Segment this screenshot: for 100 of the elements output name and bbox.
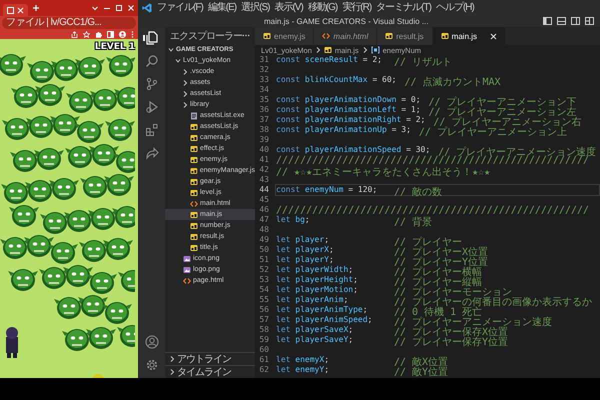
line-number: 39 (258, 135, 270, 145)
js-file-icon (190, 144, 198, 152)
maximize-icon[interactable] (115, 4, 123, 12)
code-comment: //////////////////////////////////////////////////// (275, 204, 590, 216)
arrow-icon[interactable] (144, 146, 158, 160)
editor-tab[interactable]: enemy.js (255, 27, 314, 45)
code-line: const blinkCountMax = 60; // 点滅カウントMAX (275, 74, 502, 86)
line-number: 56 (258, 305, 270, 315)
line-number: 48 (258, 225, 270, 235)
plus-icon[interactable] (32, 4, 40, 12)
section-header[interactable]: アウトライン (165, 352, 255, 365)
menu-item[interactable]: 編集(E) (208, 2, 236, 14)
code-line: let playerSaveY; // プレイヤー保存Y位置 (275, 335, 510, 346)
address-field[interactable]: ファイル | lv/GCC1/G... (2, 16, 136, 28)
sidebar-icon[interactable] (107, 30, 114, 38)
line-number: 59 (258, 335, 270, 345)
line-number: 55 (258, 295, 270, 305)
menu-item[interactable]: 選択(S) (241, 2, 270, 14)
line-number: 31 (258, 55, 270, 65)
code-line: let playerAnim; // プレイヤーの何番目の画像か表示するか (275, 295, 594, 306)
code-brackets-icon (190, 200, 198, 208)
js-file-icon (440, 32, 449, 40)
close-icon[interactable] (490, 32, 498, 40)
extensions-icon[interactable] (144, 123, 158, 137)
line-number: 61 (258, 355, 270, 365)
chevron-right-icon (362, 46, 368, 54)
branch-icon[interactable] (144, 77, 158, 91)
line-number: 51 (258, 255, 270, 265)
code-comment: // ★☆★エネミーキャラをたくさん出そう！★☆★ (275, 166, 492, 176)
line-number: 53 (258, 275, 270, 285)
js-file-icon (190, 178, 198, 186)
account-icon[interactable] (144, 335, 158, 349)
kebab-menu-icon[interactable] (131, 30, 134, 38)
variable-icon (370, 46, 380, 54)
line-number: 47 (258, 215, 270, 225)
layout-icon[interactable] (585, 17, 594, 25)
line-number: 37 (258, 115, 270, 125)
browser-tab[interactable] (3, 4, 28, 16)
code-comment: //////////////////////////////////////////////////// (275, 155, 590, 166)
js-file-icon (190, 166, 198, 174)
search-icon[interactable] (144, 54, 158, 68)
left-panel-icon[interactable] (543, 17, 552, 25)
menu-item[interactable]: ターミナル(T) (376, 2, 431, 14)
line-number: 58 (258, 325, 270, 335)
code-line: let playerX; // プレイヤーX位置 (275, 245, 490, 256)
code-line: const playerAnimationRight = 2; // プレイヤーアニメーション右 (275, 115, 582, 126)
menu-item[interactable]: ヘルプ(H) (436, 2, 474, 14)
code-line: let playerHeight; // プレイヤー縦幅 (275, 275, 484, 286)
line-number: 57 (258, 315, 270, 325)
line-number: 46 (258, 205, 270, 215)
vscode-logo-icon (142, 2, 152, 12)
window-title: main.js - GAME CREATORS - Visual Studio ... (264, 16, 428, 26)
editor-tab[interactable]: main.html (314, 27, 378, 45)
chevron-down-icon[interactable] (91, 4, 99, 12)
editor-tab[interactable]: main.js (432, 27, 506, 45)
line-number: 33 (258, 75, 270, 85)
code-line: const playerAnimationUp = 3; // プレイヤーアニメーション上 (275, 125, 567, 136)
tab-page-icon (7, 6, 14, 14)
right-panel-icon[interactable] (571, 17, 580, 25)
menu-item[interactable]: 移動(G) (308, 2, 338, 14)
run-debug-icon[interactable] (144, 100, 158, 114)
more-icon[interactable] (242, 34, 250, 37)
profile-icon[interactable] (119, 30, 126, 38)
bottom-panel-icon[interactable] (557, 17, 566, 25)
editor-tab[interactable]: result.js (377, 27, 433, 45)
puzzle-icon[interactable] (95, 30, 102, 38)
menu-item[interactable]: 実行(R) (342, 2, 372, 14)
line-number: 43 (258, 175, 270, 185)
code-line: let bg; // 背景 (275, 214, 434, 226)
line-number: 60 (258, 345, 270, 355)
menu-item[interactable]: 表示(V) (274, 2, 303, 14)
image-file-icon (183, 266, 191, 274)
star-icon[interactable] (83, 30, 90, 38)
line-number: 50 (258, 245, 270, 255)
gear-icon[interactable] (144, 358, 158, 372)
code-line: const playerAnimationDown = 0; // プレイヤーアニメーション下 (275, 94, 578, 106)
document-icon (190, 112, 198, 120)
line-number: 40 (258, 145, 270, 155)
line-number: 41 (258, 155, 270, 165)
code-line: let enemyX; // 敵X位置 (275, 354, 450, 366)
line-number: 32 (258, 65, 270, 75)
js-file-icon (385, 32, 394, 40)
menu-item[interactable]: ファイル(F) (157, 2, 203, 14)
line-number: 42 (258, 165, 270, 175)
line-number: 34 (258, 85, 270, 95)
image-file-icon (183, 254, 191, 262)
code-line: let playerWidth; // プレイヤー横幅 (275, 265, 482, 276)
line-number: 45 (258, 195, 270, 205)
js-file-icon (263, 32, 271, 40)
line-number: 36 (258, 105, 270, 115)
code-line: let enemyY; // 敵Y位置 (275, 365, 450, 376)
code-brackets-icon (322, 32, 330, 40)
code-line: let playerSaveX; // プレイヤー保存X位置 (275, 325, 508, 336)
js-file-icon (324, 46, 332, 54)
files-icon[interactable] (144, 31, 158, 45)
js-file-icon (190, 210, 198, 218)
line-number: 54 (258, 285, 270, 295)
chevron-right-icon (314, 46, 321, 54)
js-file-icon (190, 222, 198, 230)
share-icon[interactable] (71, 30, 78, 38)
